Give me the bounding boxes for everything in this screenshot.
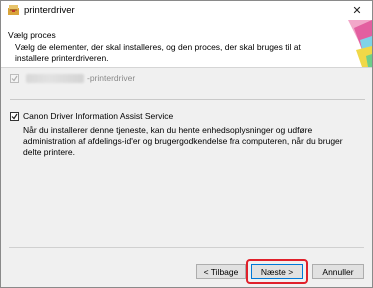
back-button[interactable]: < Tilbage [196, 264, 246, 279]
checkmark-icon [11, 113, 18, 120]
header-banner-graphic [348, 20, 372, 67]
assist-service-checkbox[interactable] [10, 112, 19, 121]
printer-driver-checkbox[interactable] [10, 74, 19, 83]
step-title: Vælg proces [8, 30, 56, 40]
checkmark-icon [11, 75, 18, 82]
title-bar: printerdriver ✕ [1, 1, 372, 19]
app-icon [8, 5, 19, 15]
option-divider [10, 99, 365, 100]
close-button[interactable]: ✕ [346, 2, 368, 18]
step-description: Vælg de elementer, der skal installeres,… [15, 42, 301, 63]
button-area-separator [9, 247, 364, 248]
window-title: printerdriver [24, 5, 75, 16]
wizard-header: Vælg proces Vælg de elementer, der skal … [1, 20, 372, 67]
assist-service-description: Når du installerer denne tjeneste, kan d… [23, 125, 343, 157]
blurred-product-name [26, 74, 84, 83]
installer-window: printerdriver ✕ Vælg proces Vælg de elem… [0, 0, 373, 288]
close-icon: ✕ [352, 4, 362, 17]
wizard-content: -printerdriver Canon Driver Information … [1, 68, 372, 287]
assist-service-label: Canon Driver Information Assist Service [23, 111, 174, 121]
printer-driver-label: -printerdriver [87, 73, 136, 83]
cancel-button[interactable]: Annuller [312, 264, 364, 279]
next-button[interactable]: Næste > [251, 264, 303, 279]
